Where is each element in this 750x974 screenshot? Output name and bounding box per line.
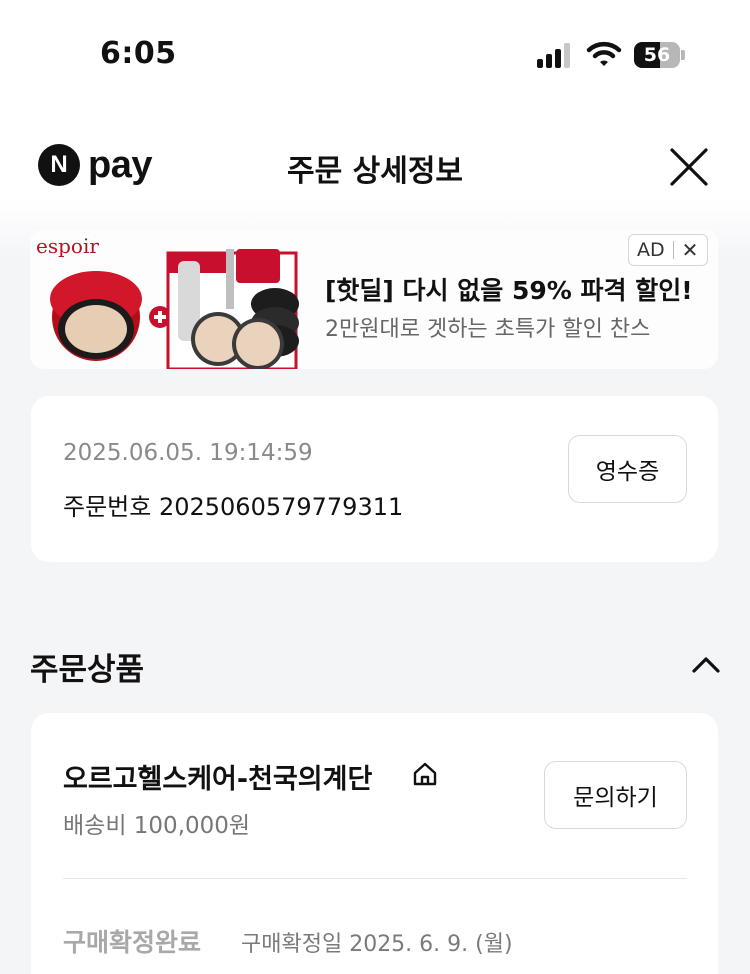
order-datetime: 2025.06.05. 19:14:59 <box>63 440 313 466</box>
ad-subtitle: 2만원대로 겟하는 초특가 할인 찬스 <box>325 317 651 342</box>
top-background <box>0 0 750 232</box>
ad-label: AD <box>637 239 665 261</box>
page-title: 주문 상세정보 <box>286 154 464 189</box>
ad-close-icon[interactable]: ✕ <box>682 238 699 262</box>
store-name[interactable]: 오르고헬스케어-천국의계단 <box>63 757 372 796</box>
close-icon[interactable] <box>664 142 714 192</box>
product-card: 오르고헬스케어-천국의계단 배송비 100,000원 문의하기 구매확정완료 구… <box>31 713 718 974</box>
battery-icon: 56 <box>634 42 686 68</box>
divider <box>63 878 687 879</box>
shipping-fee: 배송비 100,000원 <box>63 813 251 839</box>
chevron-up-icon[interactable] <box>688 650 724 680</box>
ad-brand-logo: espoir <box>36 234 99 258</box>
receipt-button[interactable]: 영수증 <box>568 435 687 503</box>
home-icon[interactable] <box>411 760 439 788</box>
inquiry-button[interactable]: 문의하기 <box>544 761 687 829</box>
purchase-confirm-date: 구매확정일 2025. 6. 9. (월) <box>241 932 513 957</box>
purchase-status: 구매확정완료 <box>63 928 202 957</box>
order-number: 주문번호 2025060579779311 <box>63 493 404 521</box>
wifi-icon <box>586 41 622 66</box>
ad-banner[interactable]: espoir AD ✕ [핫딜] 다시 없을 59% 파격 할인! 2만원대로 … <box>30 229 718 369</box>
ad-product-image: espoir <box>36 234 299 369</box>
ad-badge-divider <box>672 241 674 259</box>
ad-title[interactable]: [핫딜] 다시 없을 59% 파격 할인! <box>325 271 693 307</box>
cellular-signal-icon <box>537 42 573 68</box>
status-time: 6:05 <box>100 36 177 71</box>
battery-level: 56 <box>643 44 671 66</box>
ad-badge[interactable]: AD ✕ <box>628 234 708 266</box>
section-title: 주문상품 <box>30 652 145 688</box>
order-info-card: 2025.06.05. 19:14:59 주문번호 20250605797793… <box>31 396 718 562</box>
